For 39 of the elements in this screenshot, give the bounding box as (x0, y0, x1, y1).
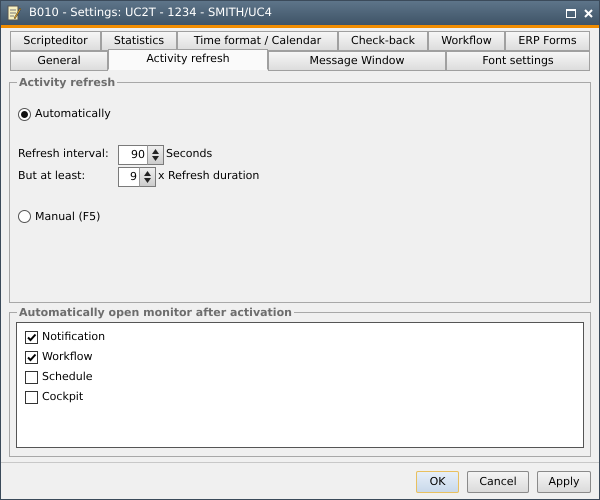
tab[interactable]: Activity refresh (108, 49, 268, 70)
dialog-button[interactable]: OK (416, 471, 459, 493)
tab[interactable]: ERP Forms (505, 31, 590, 51)
number-field[interactable]: 9 (118, 166, 140, 186)
dialog-button[interactable]: Cancel (467, 471, 529, 493)
number-field[interactable]: 90 (118, 144, 148, 164)
radio-button[interactable] (18, 210, 31, 224)
checkbox-label: Workflow (42, 348, 93, 365)
checkbox[interactable] (25, 370, 38, 384)
checkbox[interactable] (25, 350, 38, 364)
radio-label: Automatically (35, 106, 111, 122)
tab[interactable]: Workflow (428, 31, 505, 51)
tab[interactable]: Check-back (338, 31, 428, 51)
spin-arrows-icon[interactable] (151, 148, 160, 162)
spin-arrows-icon[interactable] (143, 170, 152, 184)
checkbox-label: Notification (42, 328, 106, 345)
maximize-icon[interactable] (566, 8, 576, 18)
tab[interactable]: Font settings (446, 51, 590, 71)
section-title: Automatically open monitor after activation (18, 307, 293, 318)
checkbox-label: Cockpit (42, 388, 84, 405)
checkbox[interactable] (25, 330, 38, 344)
close-icon[interactable] (584, 8, 593, 18)
field-label: Refresh interval: (18, 146, 110, 162)
tab[interactable]: General (10, 51, 108, 71)
tab[interactable]: Scripteditor (10, 31, 101, 51)
tab[interactable]: Message Window (268, 51, 446, 71)
window-title: B010 - Settings: UC2T - 1234 - SMITH/UC4 (29, 4, 272, 22)
checkbox-label: Schedule (42, 368, 93, 385)
tab[interactable]: Statistics (101, 31, 177, 51)
section-title: Activity refresh (18, 77, 116, 88)
dialog-button[interactable]: Apply (537, 471, 591, 493)
notepad-icon (7, 5, 21, 21)
unit-label: x Refresh duration (158, 168, 260, 184)
tab[interactable]: Time format / Calendar (177, 31, 338, 51)
radio-button[interactable] (18, 108, 31, 121)
field-label: But at least: (18, 168, 86, 184)
checkbox[interactable] (25, 390, 38, 404)
radio-label: Manual (F5) (35, 208, 100, 224)
unit-label: Seconds (166, 146, 212, 162)
